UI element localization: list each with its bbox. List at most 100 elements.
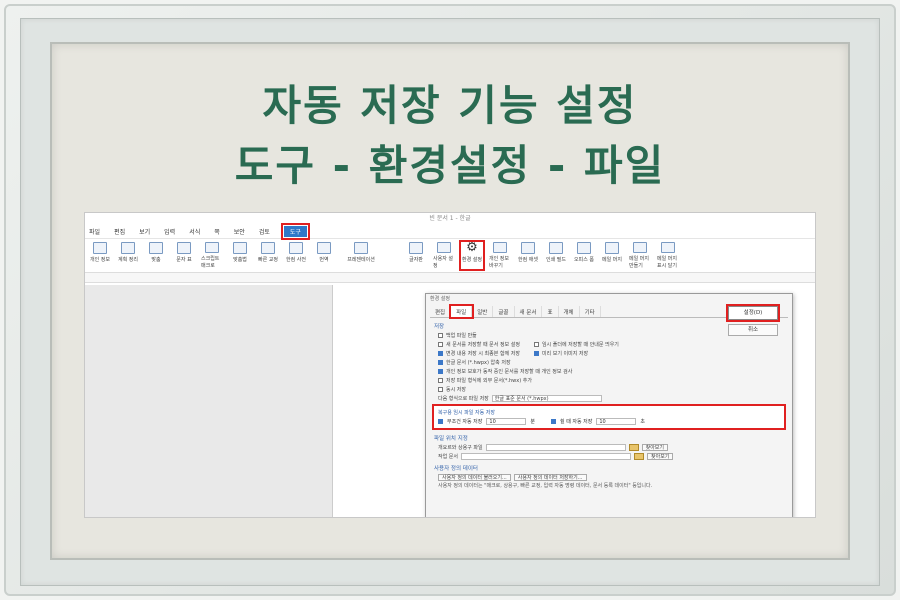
ribbon-icon <box>177 242 191 254</box>
ribbon-icon <box>354 242 368 254</box>
option-row[interactable]: 변경 내용 저장 시 최종본 함께 저장 미리 보기 이미지 저장 <box>438 349 780 357</box>
option-row[interactable]: 개인 정보 보호가 동작 중인 문서를 저장할 때 개인 정보 검사 <box>438 367 780 375</box>
ribbon-button[interactable]: 한컴 애셋 <box>517 242 539 269</box>
ribbon-icon <box>289 242 303 254</box>
checkbox-checked[interactable] <box>438 359 443 365</box>
checkbox-checked[interactable] <box>438 350 443 356</box>
checkbox[interactable] <box>438 341 443 347</box>
work-path-row: 작업 문서 찾아보기 <box>438 452 780 460</box>
folder-icon[interactable] <box>628 443 639 451</box>
menu-view[interactable]: 보기 <box>139 227 150 236</box>
checkbox-checked[interactable] <box>551 419 556 424</box>
ribbon-button[interactable]: 번역 <box>313 242 335 269</box>
ribbon-button[interactable]: 맞춤 <box>145 242 167 269</box>
set-button[interactable]: 설정(D) <box>726 304 780 322</box>
option-row[interactable]: 동시 저장 <box>438 385 780 393</box>
option-row[interactable]: 저장 파일 형식에 외부 문서(*.hwx) 추가 <box>438 376 780 384</box>
ribbon-button[interactable]: 빠른 교정 <box>257 242 279 269</box>
ribbon-button[interactable]: 문자 표 <box>173 242 195 269</box>
ribbon-button[interactable]: 인쇄 필드 <box>545 242 567 269</box>
gear-icon: ⚙ <box>466 240 478 255</box>
userdata-section-title: 사용자 정의 데이터 <box>434 466 478 472</box>
template-path-input[interactable] <box>485 443 626 451</box>
template-path-row: 개요르와 상용구 파일 찾아보기 <box>438 443 780 451</box>
browse-button[interactable]: 찾아보기 <box>641 443 668 451</box>
ribbon-button[interactable]: 프레젠테이션 <box>341 242 381 269</box>
autosave-group: 복구용 임시 파일 자동 저장 무조건 자동 저장 10 분 쉴 때 자동 저장… <box>432 404 786 430</box>
heading-line2: 도구 - 환경설정 - 파일 <box>234 141 666 190</box>
ribbon-button[interactable]: 스크립트 매크로 <box>201 242 223 269</box>
option-row[interactable]: 한글 문서 (*.hwpx) 압축 저장 <box>438 358 780 366</box>
checkbox[interactable] <box>533 341 539 347</box>
menu-insert[interactable]: 입력 <box>164 227 175 236</box>
tab-table[interactable]: 표 <box>542 306 559 317</box>
ribbon-icon <box>121 242 135 254</box>
default-format-row: 다음 형식으로 파일 저장 한글 표준 문서 (*.hwpx) <box>438 394 780 402</box>
path-section-title: 파일 위치 지정 <box>434 436 468 442</box>
folder-icon[interactable] <box>634 452 644 460</box>
menu-security[interactable]: 보안 <box>234 227 245 236</box>
ribbon-button[interactable]: 메일 머지 <box>601 242 623 269</box>
checkbox[interactable] <box>438 332 443 338</box>
menu-bar: 파일 편집 보기 입력 서식 쪽 보안 검토 도구 <box>85 223 815 240</box>
document-margin <box>85 285 333 517</box>
load-userdata-button[interactable]: 사용자 정의 데이터 불러오기... <box>438 473 511 481</box>
menu-tools[interactable]: 도구 <box>280 223 310 240</box>
ribbon-button[interactable]: 맞춤법 <box>229 242 251 269</box>
format-toolbar <box>85 273 815 283</box>
checkbox-checked[interactable] <box>533 350 539 356</box>
ribbon-icon <box>549 242 563 254</box>
menu-page[interactable]: 쪽 <box>214 227 220 236</box>
cancel-button[interactable]: 취소 <box>728 324 778 336</box>
dialog-title: 환경 설정 <box>430 296 450 302</box>
ribbon-button[interactable]: 오피스 폼 <box>573 242 595 269</box>
ribbon-button[interactable]: 개인 정보 <box>89 242 111 269</box>
tab-edit[interactable]: 편집 <box>430 306 452 317</box>
ribbon-icon <box>261 242 275 254</box>
interval-input[interactable]: 10 <box>486 418 527 425</box>
checkbox-checked[interactable] <box>438 368 443 374</box>
ribbon-button[interactable]: 사용자 설정 <box>433 242 455 269</box>
window-title: 빈 문서 1 - 한글 <box>429 215 471 222</box>
ribbon-icon <box>205 242 219 253</box>
autosave-row: 무조건 자동 저장 10 분 쉴 때 자동 저장 10 초 <box>438 417 780 426</box>
tab-object[interactable]: 개체 <box>559 306 580 317</box>
tab-font[interactable]: 글꼴 <box>493 306 515 317</box>
autosave-title: 복구용 임시 파일 자동 저장 <box>438 410 495 416</box>
ribbon-icon <box>149 242 163 254</box>
ribbon: 개인 정보 계획 정리 맞춤 문자 표 스크립트 매크로 맞춤법 빠른 교정 한… <box>85 239 815 273</box>
tab-file[interactable]: 파일 <box>449 304 475 319</box>
checkbox[interactable] <box>438 386 443 392</box>
ribbon-button[interactable]: 한컴 사전 <box>285 242 307 269</box>
ribbon-button[interactable]: 개인 정보 바꾸기 <box>489 242 511 269</box>
ribbon-button[interactable]: 계획 정리 <box>117 242 139 269</box>
ribbon-icon <box>493 242 507 253</box>
ribbon-icon <box>409 242 423 254</box>
save-userdata-button[interactable]: 사용자 정의 데이터 저장하기... <box>513 473 587 481</box>
tab-new-document[interactable]: 새 문서 <box>515 306 543 317</box>
tab-etc[interactable]: 기타 <box>580 306 601 317</box>
default-format-select[interactable]: 한글 표준 문서 (*.hwpx) <box>491 394 602 402</box>
preferences-dialog: 환경 설정 편집 파일 일반 글꼴 새 문서 표 개체 기타 설정(D) 취소 … <box>425 293 793 517</box>
ribbon-button[interactable]: 메일 머지 표시 달기 <box>657 242 679 269</box>
ribbon-icon <box>233 242 247 254</box>
ribbon-icon <box>633 242 647 253</box>
menu-format[interactable]: 서식 <box>189 227 200 236</box>
menu-file[interactable]: 파일 <box>89 227 100 236</box>
checkbox-checked[interactable] <box>438 419 443 424</box>
option-row[interactable]: 새 문서를 저장할 때 문서 정보 설정 임시 폴더에 저장할 때 안내문 띄우기 <box>438 340 780 348</box>
menu-review[interactable]: 검토 <box>259 227 270 236</box>
ribbon-button[interactable]: 글자판 <box>405 242 427 269</box>
ribbon-icon <box>577 242 591 254</box>
menu-edit[interactable]: 편집 <box>114 227 125 236</box>
preferences-button[interactable]: ⚙ 환경 설정 <box>459 240 485 271</box>
userdata-row: 사용자 정의 데이터 불러오기... 사용자 정의 데이터 저장하기... <box>438 473 780 481</box>
browse-button[interactable]: 찾아보기 <box>647 452 674 460</box>
ribbon-icon <box>521 242 535 254</box>
work-path-input[interactable] <box>461 452 631 460</box>
tab-general[interactable]: 일반 <box>472 306 494 317</box>
ribbon-button[interactable]: 메일 머지 만들기 <box>629 242 651 269</box>
ribbon-icon <box>661 242 675 253</box>
checkbox[interactable] <box>438 377 443 383</box>
idle-input[interactable]: 10 <box>596 418 637 425</box>
